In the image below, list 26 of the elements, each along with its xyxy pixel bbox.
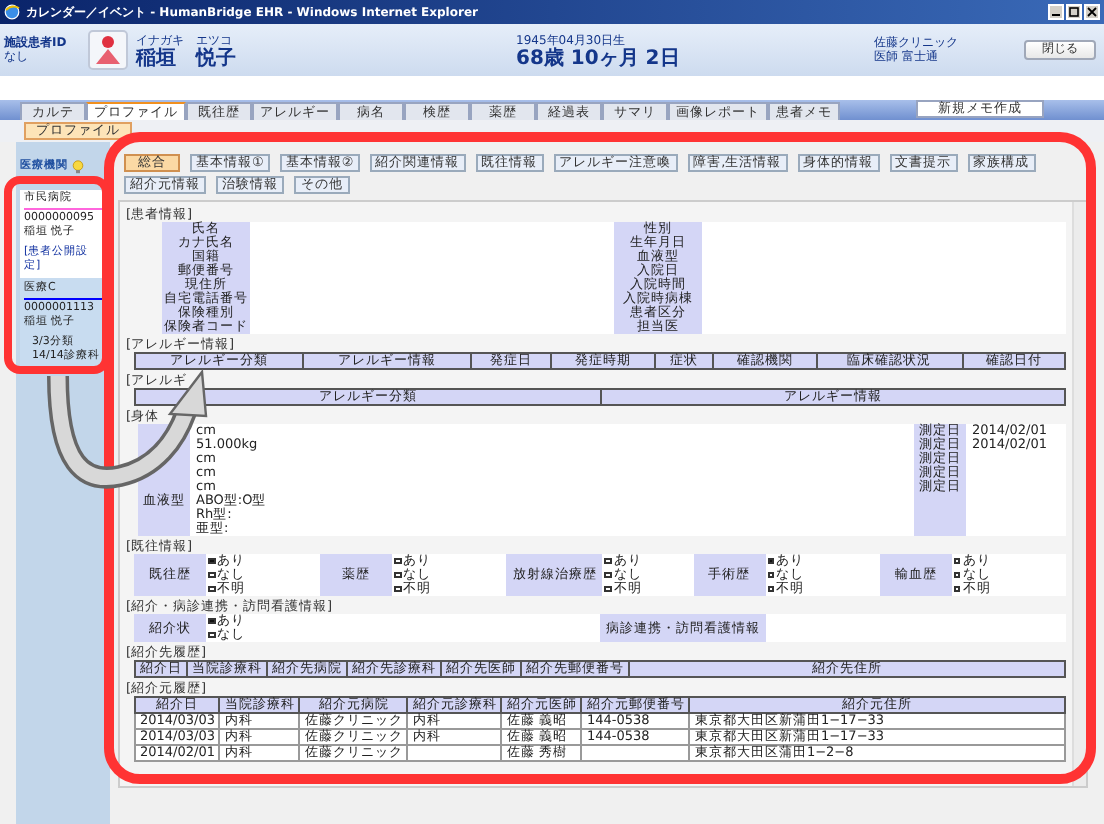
scrollbar[interactable] (1072, 202, 1086, 786)
patient-avatar-icon (88, 30, 128, 70)
checkbox[interactable] (208, 585, 215, 593)
patient-age: 68歳 10ヶ月 2日 (516, 49, 682, 69)
checkbox[interactable] (604, 571, 612, 579)
checkbox[interactable] (604, 585, 612, 593)
checkbox[interactable] (953, 585, 961, 593)
checkbox[interactable] (953, 571, 961, 579)
lightbulb-icon (72, 160, 84, 174)
checkbox[interactable] (208, 617, 215, 625)
browser-icon (4, 4, 20, 20)
checkbox[interactable] (953, 557, 961, 565)
checkbox[interactable] (208, 557, 215, 565)
checkbox[interactable] (394, 585, 402, 593)
checkbox[interactable] (394, 557, 402, 565)
checkbox[interactable] (767, 571, 775, 579)
checkbox[interactable] (208, 571, 215, 579)
checkbox[interactable] (767, 557, 775, 565)
maximize-button[interactable] (1066, 4, 1082, 20)
checkbox[interactable] (767, 585, 775, 593)
close-button[interactable] (1084, 4, 1100, 20)
checkbox[interactable] (394, 571, 402, 579)
checkbox[interactable] (208, 631, 215, 639)
patient-name: 稲垣 悦子 (136, 49, 238, 69)
minimize-button[interactable] (1048, 4, 1064, 20)
checkbox[interactable] (604, 557, 612, 565)
